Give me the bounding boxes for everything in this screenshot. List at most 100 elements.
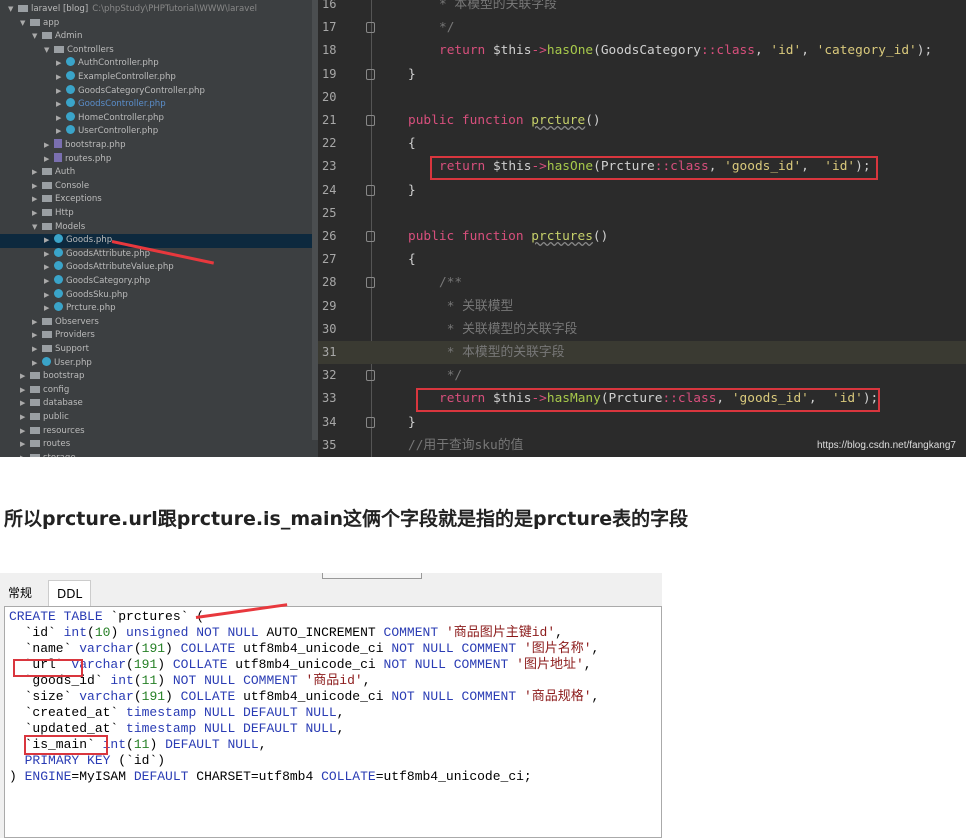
- tree-item[interactable]: ▶ Goods.php: [0, 234, 318, 248]
- chevron-right-icon[interactable]: ▶: [20, 411, 30, 425]
- tree-item[interactable]: ▶ GoodsCategory.php: [0, 275, 318, 289]
- tree-item[interactable]: ▶ storage: [0, 452, 318, 457]
- folder-icon: [30, 399, 40, 407]
- fold-icon[interactable]: [366, 416, 375, 428]
- chevron-right-icon[interactable]: ▶: [56, 112, 66, 126]
- fold-icon[interactable]: [366, 22, 375, 34]
- splitter-handle[interactable]: [322, 573, 422, 579]
- line-number: 17: [322, 20, 337, 35]
- chevron-down-icon[interactable]: ▼: [44, 44, 54, 58]
- ddl-token: ENGINE: [24, 769, 72, 784]
- tab-general[interactable]: 常规: [0, 580, 40, 606]
- ddl-token: ): [157, 657, 173, 672]
- ddl-token: (: [126, 737, 134, 752]
- code-token: {: [408, 136, 416, 152]
- tree-item[interactable]: ▶ GoodsController.php: [0, 98, 318, 112]
- chevron-right-icon[interactable]: ▶: [32, 357, 42, 371]
- chevron-right-icon[interactable]: ▶: [20, 425, 30, 439]
- tree-item-label: app: [43, 17, 60, 28]
- chevron-right-icon[interactable]: ▶: [44, 302, 54, 316]
- chevron-down-icon[interactable]: ▼: [8, 3, 18, 17]
- tree-item-label: routes: [43, 439, 71, 450]
- tree-item[interactable]: ▶ routes: [0, 438, 318, 452]
- chevron-down-icon[interactable]: ▼: [32, 221, 42, 235]
- tree-item[interactable]: ▶ resources: [0, 425, 318, 439]
- chevron-right-icon[interactable]: ▶: [44, 234, 54, 248]
- tree-item[interactable]: ▶ GoodsCategoryController.php: [0, 84, 318, 99]
- tree-item[interactable]: ▼ app: [0, 17, 318, 31]
- code-line: 18 return $this->hasOne(GoodsCategory::cl…: [318, 39, 966, 62]
- chevron-right-icon[interactable]: ▶: [44, 275, 54, 289]
- code-line: 21 public function prcture(): [318, 109, 966, 132]
- chevron-right-icon[interactable]: ▶: [32, 316, 42, 330]
- code-text: }: [408, 411, 416, 434]
- tree-item[interactable]: ▼ laravel [blog] C:\phpStudy\PHPTutorial\W…: [0, 3, 318, 17]
- tree-item[interactable]: ▶ Console: [0, 180, 318, 194]
- tree-item[interactable]: ▶ Auth: [0, 166, 318, 180]
- chevron-right-icon[interactable]: ▶: [20, 384, 30, 398]
- tab-ddl[interactable]: DDL: [48, 580, 92, 606]
- tree-item[interactable]: ▼ Admin: [0, 30, 318, 44]
- tree-item[interactable]: ▶ Exceptions: [0, 193, 318, 207]
- chevron-right-icon[interactable]: ▶: [32, 166, 42, 180]
- db-screenshot: 常规 DDL CREATE TABLE `prctures` ( `id` in…: [0, 573, 662, 838]
- tree-item[interactable]: ▶ HomeController.php: [0, 111, 318, 126]
- chevron-right-icon[interactable]: ▶: [32, 343, 42, 357]
- fold-icon[interactable]: [366, 277, 375, 289]
- fold-icon[interactable]: [366, 184, 375, 196]
- tree-item[interactable]: ▶ Providers: [0, 329, 318, 343]
- tree-item[interactable]: ▼ Controllers: [0, 44, 318, 58]
- ddl-token: timestamp NULL DEFAULT NULL: [126, 705, 337, 720]
- code-token: 'category_id': [816, 43, 917, 59]
- chevron-right-icon[interactable]: ▶: [56, 125, 66, 139]
- tree-item-label: User.php: [54, 357, 92, 368]
- tree-item[interactable]: ▶ Observers: [0, 316, 318, 330]
- chevron-right-icon[interactable]: ▶: [56, 85, 66, 99]
- chevron-right-icon[interactable]: ▶: [44, 248, 54, 262]
- chevron-right-icon[interactable]: ▶: [32, 180, 42, 194]
- chevron-right-icon[interactable]: ▶: [32, 193, 42, 207]
- chevron-right-icon[interactable]: ▶: [44, 289, 54, 303]
- fold-icon[interactable]: [366, 68, 375, 80]
- tree-item[interactable]: ▶ Http: [0, 207, 318, 221]
- chevron-right-icon[interactable]: ▶: [44, 153, 54, 167]
- line-number: 26: [322, 229, 337, 243]
- tree-item[interactable]: ▶ bootstrap.php: [0, 139, 318, 153]
- code-text: * 本模型的关联字段: [439, 0, 557, 16]
- ddl-token: int: [63, 625, 88, 640]
- chevron-down-icon[interactable]: ▼: [32, 30, 42, 44]
- fold-icon[interactable]: [366, 115, 375, 126]
- tree-item[interactable]: ▶ Support: [0, 343, 318, 357]
- chevron-right-icon[interactable]: ▶: [56, 71, 66, 85]
- chevron-down-icon[interactable]: ▼: [20, 17, 30, 31]
- tree-item[interactable]: ▶ routes.php: [0, 152, 318, 167]
- chevron-right-icon[interactable]: ▶: [44, 261, 54, 275]
- ddl-token: ,: [362, 673, 371, 688]
- php-class-icon: [66, 84, 75, 94]
- tree-item[interactable]: ▶ Prcture.php: [0, 302, 318, 316]
- chevron-right-icon[interactable]: ▶: [32, 329, 42, 343]
- tree-item[interactable]: ▶ AuthController.php: [0, 57, 318, 71]
- tree-item[interactable]: ▶ database: [0, 397, 318, 411]
- tree-item[interactable]: ▶ bootstrap: [0, 370, 318, 384]
- tree-item[interactable]: ▼ Models: [0, 221, 318, 235]
- chevron-right-icon[interactable]: ▶: [56, 98, 66, 112]
- tree-item[interactable]: ▶ config: [0, 384, 318, 398]
- chevron-right-icon[interactable]: ▶: [20, 438, 30, 452]
- ddl-token: timestamp NULL DEFAULT NULL: [126, 721, 337, 736]
- tree-item[interactable]: ▶ ExampleController.php: [0, 71, 318, 85]
- tree-item[interactable]: ▶ public: [0, 411, 318, 425]
- fold-icon[interactable]: [366, 370, 375, 382]
- chevron-right-icon[interactable]: ▶: [20, 452, 30, 457]
- fold-icon[interactable]: [366, 231, 375, 242]
- chevron-right-icon[interactable]: ▶: [56, 57, 66, 71]
- tree-item[interactable]: ▶ GoodsAttributeValue.php: [0, 261, 318, 275]
- tree-item[interactable]: ▶ User.php: [0, 356, 318, 371]
- chevron-right-icon[interactable]: ▶: [20, 397, 30, 411]
- chevron-right-icon[interactable]: ▶: [44, 139, 54, 153]
- chevron-right-icon[interactable]: ▶: [20, 370, 30, 384]
- folder-icon: [42, 317, 52, 325]
- tree-item[interactable]: ▶ UserController.php: [0, 125, 318, 139]
- tree-item[interactable]: ▶ GoodsSku.php: [0, 288, 318, 303]
- chevron-right-icon[interactable]: ▶: [32, 207, 42, 221]
